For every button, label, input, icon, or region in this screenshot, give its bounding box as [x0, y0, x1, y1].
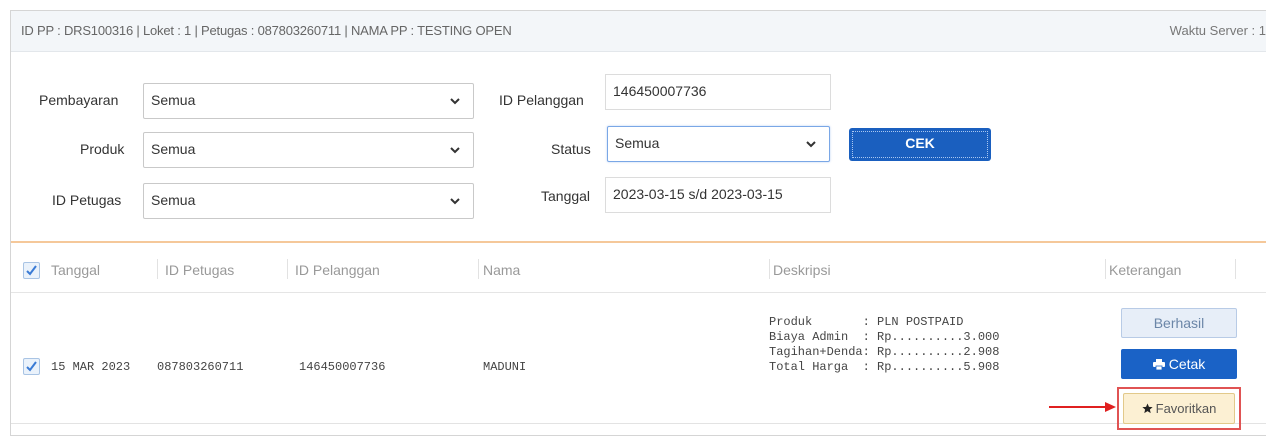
column-separator — [1105, 259, 1106, 279]
column-separator — [287, 259, 288, 279]
status-value: Semua — [615, 135, 660, 151]
printer-icon — [1152, 359, 1165, 371]
column-id-pelanggan[interactable]: ID Pelanggan — [295, 262, 380, 278]
id-pelanggan-label: ID Pelanggan — [499, 92, 584, 108]
produk-select[interactable]: Semua — [143, 132, 474, 168]
pembayaran-label: Pembayaran — [39, 92, 119, 108]
chevron-down-icon — [450, 98, 460, 105]
id-petugas-label: ID Petugas — [52, 192, 122, 208]
favoritkan-button[interactable]: Favoritkan — [1123, 393, 1235, 424]
column-id-petugas[interactable]: ID Petugas — [165, 262, 234, 278]
info-bar: ID PP : DRS100316 | Loket : 1 | Petugas … — [11, 11, 1266, 52]
id-petugas-value: Semua — [151, 192, 196, 208]
tanggal-label: Tanggal — [541, 188, 591, 204]
column-nama[interactable]: Nama — [483, 262, 520, 278]
star-icon — [1142, 403, 1153, 414]
chevron-down-icon — [450, 147, 460, 154]
favorit-highlight: Favoritkan — [1117, 387, 1241, 430]
section-divider — [11, 241, 1266, 243]
cell-deskripsi: Produk : PLN POSTPAID Biaya Admin : Rp..… — [769, 315, 1000, 374]
status-select[interactable]: Semua — [607, 126, 830, 162]
column-separator — [478, 259, 479, 279]
column-keterangan[interactable]: Keterangan — [1109, 262, 1181, 278]
transaction-panel: ID PP : DRS100316 | Loket : 1 | Petugas … — [10, 10, 1266, 436]
table-header: Tanggal ID Petugas ID Pelanggan Nama Des… — [11, 249, 1266, 293]
tanggal-value: 2023-03-15 s/d 2023-03-15 — [613, 186, 783, 202]
column-separator — [157, 259, 158, 279]
favoritkan-label: Favoritkan — [1155, 401, 1217, 416]
column-separator — [769, 259, 770, 279]
row-checkbox[interactable] — [23, 358, 40, 375]
status-label: Status — [551, 141, 591, 157]
cell-id-pelanggan: 146450007736 — [299, 360, 386, 374]
column-separator — [1235, 259, 1236, 279]
cetak-label: Cetak — [1168, 356, 1206, 372]
status-badge: Berhasil — [1121, 308, 1237, 338]
id-petugas-select[interactable]: Semua — [143, 183, 474, 219]
chevron-down-icon — [806, 141, 816, 148]
id-pelanggan-input[interactable]: 146450007736 — [605, 74, 831, 110]
check-icon — [26, 265, 37, 276]
select-all-checkbox[interactable] — [23, 262, 40, 279]
column-tanggal[interactable]: Tanggal — [51, 262, 100, 278]
cell-nama: MADUNI — [483, 360, 527, 374]
outlet-info: ID PP : DRS100316 | Loket : 1 | Petugas … — [21, 23, 512, 38]
pembayaran-select[interactable]: Semua — [143, 83, 474, 119]
chevron-down-icon — [450, 198, 460, 205]
produk-value: Semua — [151, 141, 196, 157]
server-time: Waktu Server : 1 — [1169, 23, 1266, 38]
id-pelanggan-value: 146450007736 — [613, 83, 707, 99]
arrow-right-icon — [1049, 402, 1116, 412]
pembayaran-value: Semua — [151, 92, 196, 108]
produk-label: Produk — [80, 141, 125, 157]
tanggal-input[interactable]: 2023-03-15 s/d 2023-03-15 — [605, 177, 831, 213]
cetak-button[interactable]: Cetak — [1121, 349, 1237, 379]
check-icon — [26, 361, 37, 372]
cell-tanggal: 15 MAR 2023 — [51, 360, 131, 374]
table-row: 15 MAR 2023 087803260711 146450007736 MA… — [11, 294, 1266, 430]
cek-button[interactable]: CEK — [849, 128, 991, 161]
cell-id-petugas: 087803260711 — [157, 360, 244, 374]
column-deskripsi[interactable]: Deskripsi — [773, 262, 831, 278]
